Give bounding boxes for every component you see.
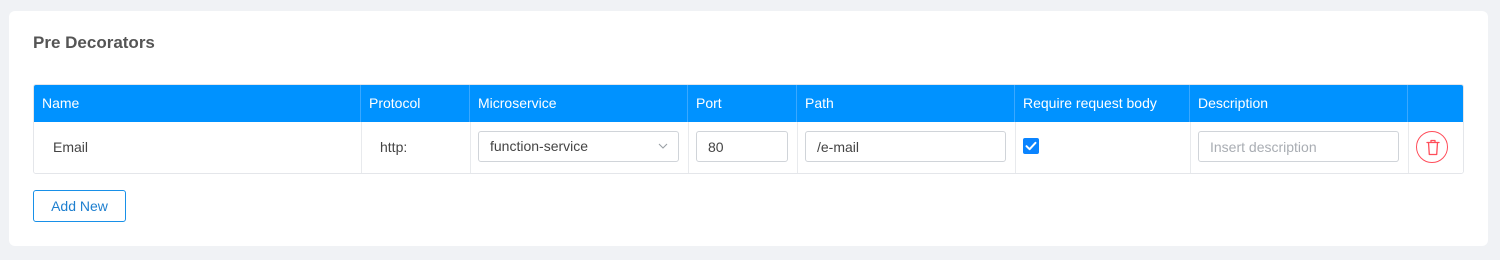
column-header-name: Name [34,85,361,122]
pre-decorators-card: Pre Decorators Name Protocol Microservic… [9,11,1488,246]
row-protocol: http: [380,139,408,155]
table-header: Name Protocol Microservice Port Path Req… [34,85,1463,122]
checkmark-icon [1025,141,1037,151]
microservice-select-value: function-service [490,138,589,154]
delete-row-button[interactable] [1416,131,1448,163]
microservice-select[interactable]: function-service [478,131,679,162]
cell-divider [688,122,689,173]
add-new-button[interactable]: Add New [33,190,126,222]
decorators-table: Name Protocol Microservice Port Path Req… [33,84,1464,174]
table-row: Email http: function-service [34,122,1463,173]
column-header-port: Port [688,85,797,122]
row-name: Email [53,139,89,155]
cell-divider [1190,122,1191,173]
path-input[interactable] [805,131,1006,162]
require-request-body-checkbox[interactable] [1023,138,1039,154]
column-header-microservice: Microservice [470,85,688,122]
column-header-require-request-body: Require request body [1015,85,1190,122]
column-header-description: Description [1190,85,1408,122]
cell-divider [1408,122,1409,173]
cell-divider [1015,122,1016,173]
section-title: Pre Decorators [33,33,155,52]
port-input[interactable] [696,131,788,162]
cell-divider [797,122,798,173]
chevron-down-icon [658,143,668,149]
column-header-path: Path [797,85,1015,122]
trash-icon [1426,139,1440,156]
cell-divider [361,122,362,173]
description-input[interactable] [1198,131,1399,162]
column-header-protocol: Protocol [361,85,470,122]
column-header-actions [1408,85,1463,122]
cell-divider [470,122,471,173]
